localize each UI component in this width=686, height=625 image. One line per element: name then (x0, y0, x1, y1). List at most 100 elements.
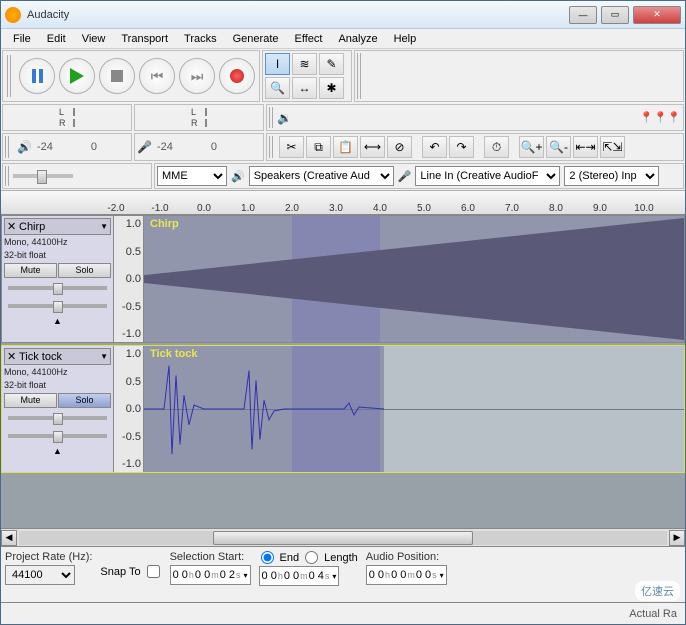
track-close-button[interactable]: ✕ (7, 350, 19, 363)
zero-tick: 0 (91, 141, 97, 153)
paste-button[interactable]: 📋 (333, 136, 358, 158)
dropdown-icon[interactable]: ▾ (440, 571, 444, 580)
track-menu-dropdown[interactable]: ▼ (100, 222, 108, 231)
gripper-icon[interactable] (5, 166, 11, 186)
status-text: Actual Ra (629, 608, 677, 620)
gripper-icon[interactable] (5, 136, 11, 158)
multi-tool[interactable]: ✱ (319, 77, 344, 99)
undo-button[interactable]: ↶ (422, 136, 447, 158)
snap-to-checkbox[interactable] (147, 565, 160, 578)
waveform-display[interactable]: Chirp (144, 216, 684, 342)
selection-length-radio[interactable] (305, 551, 318, 564)
menu-tracks[interactable]: Tracks (176, 31, 225, 47)
stop-button[interactable] (99, 58, 135, 94)
zoom-in-button[interactable]: 🔍+ (519, 136, 544, 158)
gripper-icon[interactable] (7, 55, 13, 97)
selection-end-field[interactable]: 0 0h 0 0m 0 4s ▾ (259, 566, 340, 586)
time-tick: 2.0 (285, 203, 299, 214)
scroll-track[interactable] (19, 531, 667, 545)
playback-speed-slider[interactable] (13, 174, 73, 178)
dropdown-icon[interactable]: ▾ (332, 572, 336, 581)
horizontal-scrollbar[interactable]: ◀ ▶ (1, 528, 685, 546)
audio-position-field[interactable]: 0 0h 0 0m 0 0s ▾ (366, 565, 447, 585)
selection-start-field[interactable]: 0 0h 0 0m 0 2s ▾ (170, 565, 251, 585)
track-menu-dropdown[interactable]: ▼ (100, 352, 108, 361)
selection-tool[interactable]: I (265, 53, 290, 75)
zoom-tool[interactable]: 🔍 (265, 77, 290, 99)
meter-r-bar[interactable] (73, 119, 75, 127)
solo-button[interactable]: Solo (58, 263, 111, 278)
vertical-ruler[interactable]: 1.0 0.5 0.0 -0.5 -1.0 (114, 346, 144, 472)
gain-slider[interactable] (8, 416, 107, 420)
pan-slider[interactable] (8, 304, 107, 308)
skip-start-button[interactable]: ⏮ (139, 58, 175, 94)
timeshift-tool[interactable]: ↔ (292, 77, 317, 99)
track-close-button[interactable]: ✕ (7, 220, 19, 233)
sync-lock-button[interactable]: ⏱ (484, 136, 509, 158)
pan-slider[interactable] (8, 434, 107, 438)
selection-toolbar: Project Rate (Hz): 44100 Snap To Selecti… (1, 546, 685, 602)
input-device-select[interactable]: Line In (Creative AudioF (415, 166, 560, 186)
minimize-button[interactable]: — (569, 6, 597, 24)
redo-button[interactable]: ↷ (449, 136, 474, 158)
track-name[interactable]: Chirp (19, 221, 100, 233)
scroll-left-button[interactable]: ◀ (1, 530, 17, 546)
meter-r-bar[interactable] (205, 119, 207, 127)
fit-project-button[interactable]: ⇱⇲ (600, 136, 625, 158)
gripper-icon[interactable] (357, 53, 363, 99)
zoom-out-button[interactable]: 🔍- (546, 136, 571, 158)
track-name[interactable]: Tick tock (19, 351, 100, 363)
meter-l-bar[interactable] (73, 108, 75, 116)
time-tick: 10.0 (634, 203, 653, 214)
meter-l-bar[interactable] (205, 108, 207, 116)
vscale-tick: 0.5 (116, 376, 141, 388)
menu-transport[interactable]: Transport (113, 31, 176, 47)
maximize-button[interactable]: ▭ (601, 6, 629, 24)
speaker-icon: 🔊 (17, 140, 33, 154)
pause-button[interactable] (19, 58, 55, 94)
silence-button[interactable]: ⊘ (387, 136, 412, 158)
pin-icon[interactable]: 📍 (654, 111, 668, 124)
waveform-display[interactable]: Tick tock (144, 346, 684, 472)
audio-host-select[interactable]: MME (157, 166, 227, 186)
menu-view[interactable]: View (74, 31, 114, 47)
mute-button[interactable]: Mute (4, 263, 57, 278)
pin-icon[interactable]: 📍 (640, 111, 654, 124)
solo-button[interactable]: Solo (58, 393, 111, 408)
gain-slider[interactable] (8, 286, 107, 290)
meter-l-label: L (59, 107, 71, 117)
vertical-ruler[interactable]: 1.0 0.5 0.0 -0.5 -1.0 (114, 216, 144, 342)
menu-help[interactable]: Help (386, 31, 425, 47)
timeline-ruler[interactable]: -2.0 -1.0 0.0 1.0 2.0 3.0 4.0 5.0 6.0 7.… (1, 191, 685, 215)
mute-button[interactable]: Mute (4, 393, 57, 408)
envelope-tool[interactable]: ≋ (292, 53, 317, 75)
record-button[interactable] (219, 58, 255, 94)
close-button[interactable]: ✕ (633, 6, 681, 24)
menu-effect[interactable]: Effect (287, 31, 331, 47)
copy-button[interactable]: ⧉ (306, 136, 331, 158)
input-channels-select[interactable]: 2 (Stereo) Inp (564, 166, 659, 186)
menu-edit[interactable]: Edit (39, 31, 74, 47)
skip-end-button[interactable]: ⏭ (179, 58, 215, 94)
scroll-right-button[interactable]: ▶ (669, 530, 685, 546)
output-device-select[interactable]: Speakers (Creative Aud (249, 166, 394, 186)
gripper-icon[interactable] (269, 107, 275, 128)
project-rate-select[interactable]: 44100 (5, 565, 75, 585)
scroll-thumb[interactable] (213, 531, 472, 545)
selection-end-radio[interactable] (261, 551, 274, 564)
collapse-button[interactable]: ▲ (4, 316, 111, 326)
vscale-tick: 0.5 (116, 246, 141, 258)
dropdown-icon[interactable]: ▾ (244, 571, 248, 580)
pin-icon[interactable]: 📍 (667, 111, 681, 124)
menu-generate[interactable]: Generate (225, 31, 287, 47)
collapse-button[interactable]: ▲ (4, 446, 111, 456)
trim-button[interactable]: ⟷ (360, 136, 385, 158)
cut-button[interactable]: ✂ (279, 136, 304, 158)
speaker-icon: 🔉 (277, 111, 292, 125)
play-button[interactable] (59, 58, 95, 94)
menu-file[interactable]: File (5, 31, 39, 47)
menu-analyze[interactable]: Analyze (330, 31, 385, 47)
fit-selection-button[interactable]: ⇤⇥ (573, 136, 598, 158)
draw-tool[interactable]: ✎ (319, 53, 344, 75)
gripper-icon[interactable] (269, 136, 275, 158)
